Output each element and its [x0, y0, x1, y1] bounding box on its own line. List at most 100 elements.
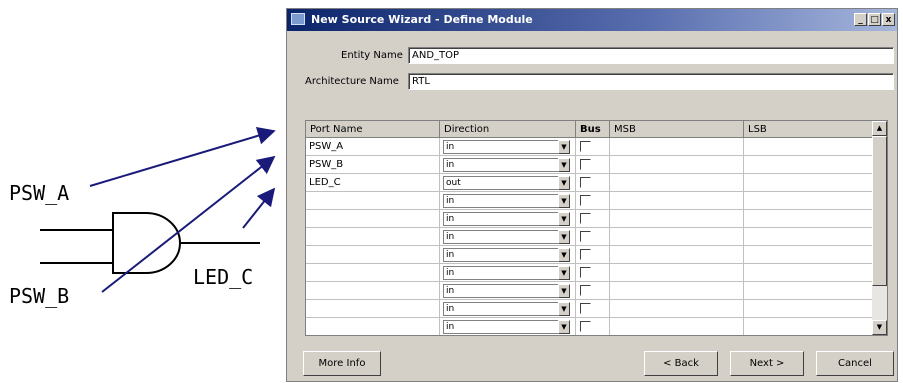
title-bar[interactable]: New Source Wizard - Define Module _ □ x — [287, 9, 897, 31]
bus-checkbox[interactable] — [580, 177, 591, 188]
lsb-cell[interactable] — [744, 210, 874, 228]
chevron-down-icon[interactable]: ▼ — [558, 212, 570, 226]
msb-cell[interactable] — [610, 210, 744, 228]
lsb-cell[interactable] — [744, 318, 874, 335]
msb-cell[interactable] — [610, 318, 744, 335]
chevron-down-icon[interactable]: ▼ — [558, 158, 570, 172]
chevron-down-icon[interactable]: ▼ — [558, 248, 570, 262]
msb-cell[interactable] — [610, 282, 744, 300]
entity-name-field[interactable]: AND_TOP — [408, 47, 894, 64]
msb-cell[interactable] — [610, 264, 744, 282]
table-row[interactable]: in ▼ — [306, 264, 874, 282]
direction-select[interactable]: in ▼ — [443, 266, 570, 280]
port-name-cell[interactable]: LED_C — [306, 174, 440, 192]
port-table: Port Name Direction Bus MSB LSB PSW_A in ▼… — [305, 120, 888, 336]
lsb-cell[interactable] — [744, 282, 874, 300]
bus-checkbox[interactable] — [580, 141, 591, 152]
port-name-cell[interactable] — [306, 246, 440, 264]
lsb-cell[interactable] — [744, 156, 874, 174]
chevron-down-icon[interactable]: ▼ — [558, 266, 570, 280]
bus-checkbox[interactable] — [580, 213, 591, 224]
bus-checkbox[interactable] — [580, 321, 591, 332]
header-lsb[interactable]: LSB — [744, 121, 874, 138]
direction-value: in — [446, 268, 455, 278]
more-info-button[interactable]: More Info — [303, 351, 381, 376]
bus-checkbox[interactable] — [580, 159, 591, 170]
back-button[interactable]: < Back — [644, 351, 718, 376]
port-name-cell[interactable]: PSW_B — [306, 156, 440, 174]
table-row[interactable]: in ▼ — [306, 210, 874, 228]
chevron-down-icon[interactable]: ▼ — [558, 320, 570, 334]
port-name-cell[interactable] — [306, 300, 440, 318]
architecture-name-field[interactable]: RTL — [408, 73, 894, 90]
lsb-cell[interactable] — [744, 246, 874, 264]
chevron-down-icon[interactable]: ▼ — [558, 194, 570, 208]
lsb-cell[interactable] — [744, 300, 874, 318]
minimize-button[interactable]: _ — [854, 13, 867, 26]
msb-cell[interactable] — [610, 192, 744, 210]
direction-select[interactable]: in ▼ — [443, 158, 570, 172]
chevron-down-icon[interactable]: ▼ — [558, 176, 570, 190]
direction-select[interactable]: in ▼ — [443, 194, 570, 208]
direction-select[interactable]: in ▼ — [443, 230, 570, 244]
port-name-cell[interactable] — [306, 210, 440, 228]
bus-checkbox[interactable] — [580, 303, 591, 314]
msb-cell[interactable] — [610, 138, 744, 156]
table-row[interactable]: in ▼ — [306, 300, 874, 318]
header-direction[interactable]: Direction — [440, 121, 576, 138]
vertical-scrollbar[interactable]: ▲ ▼ — [872, 121, 887, 335]
direction-select[interactable]: in ▼ — [443, 320, 570, 334]
lsb-cell[interactable] — [744, 138, 874, 156]
lsb-cell[interactable] — [744, 228, 874, 246]
port-name-cell[interactable] — [306, 192, 440, 210]
direction-select[interactable]: in ▼ — [443, 140, 570, 154]
chevron-down-icon[interactable]: ▼ — [558, 302, 570, 316]
table-row[interactable]: PSW_A in ▼ — [306, 138, 874, 156]
port-name-cell[interactable] — [306, 282, 440, 300]
direction-select[interactable]: in ▼ — [443, 302, 570, 316]
msb-cell[interactable] — [610, 156, 744, 174]
lsb-cell[interactable] — [744, 192, 874, 210]
port-name-cell[interactable] — [306, 228, 440, 246]
lsb-cell[interactable] — [744, 264, 874, 282]
bus-checkbox[interactable] — [580, 195, 591, 206]
scroll-thumb[interactable] — [872, 136, 887, 286]
table-row[interactable]: in ▼ — [306, 228, 874, 246]
direction-value: out — [446, 178, 461, 188]
bus-checkbox[interactable] — [580, 267, 591, 278]
table-row[interactable]: in ▼ — [306, 246, 874, 264]
msb-cell[interactable] — [610, 300, 744, 318]
bus-checkbox[interactable] — [580, 285, 591, 296]
port-name-cell[interactable] — [306, 264, 440, 282]
chevron-down-icon[interactable]: ▼ — [558, 230, 570, 244]
chevron-down-icon[interactable]: ▼ — [558, 140, 570, 154]
header-port-name[interactable]: Port Name — [306, 121, 440, 138]
direction-select[interactable]: in ▼ — [443, 284, 570, 298]
scroll-up-icon[interactable]: ▲ — [872, 121, 887, 136]
header-bus[interactable]: Bus — [576, 121, 610, 138]
close-button[interactable]: x — [882, 13, 895, 26]
next-button[interactable]: Next > — [730, 351, 804, 376]
port-name-cell[interactable]: PSW_A — [306, 138, 440, 156]
table-row[interactable]: in ▼ — [306, 282, 874, 300]
cancel-button[interactable]: Cancel — [816, 351, 894, 376]
maximize-button[interactable]: □ — [868, 13, 881, 26]
table-row[interactable]: in ▼ — [306, 192, 874, 210]
direction-select[interactable]: in ▼ — [443, 212, 570, 226]
table-row[interactable]: LED_C out ▼ — [306, 174, 874, 192]
table-row[interactable]: in ▼ — [306, 318, 874, 335]
header-msb[interactable]: MSB — [610, 121, 744, 138]
scroll-down-icon[interactable]: ▼ — [872, 320, 887, 335]
direction-select[interactable]: out ▼ — [443, 176, 570, 190]
chevron-down-icon[interactable]: ▼ — [558, 284, 570, 298]
msb-cell[interactable] — [610, 246, 744, 264]
msb-cell[interactable] — [610, 228, 744, 246]
bus-checkbox[interactable] — [580, 231, 591, 242]
msb-cell[interactable] — [610, 174, 744, 192]
bus-checkbox[interactable] — [580, 249, 591, 260]
bus-cell — [576, 246, 610, 264]
direction-select[interactable]: in ▼ — [443, 248, 570, 262]
port-name-cell[interactable] — [306, 318, 440, 335]
lsb-cell[interactable] — [744, 174, 874, 192]
table-row[interactable]: PSW_B in ▼ — [306, 156, 874, 174]
